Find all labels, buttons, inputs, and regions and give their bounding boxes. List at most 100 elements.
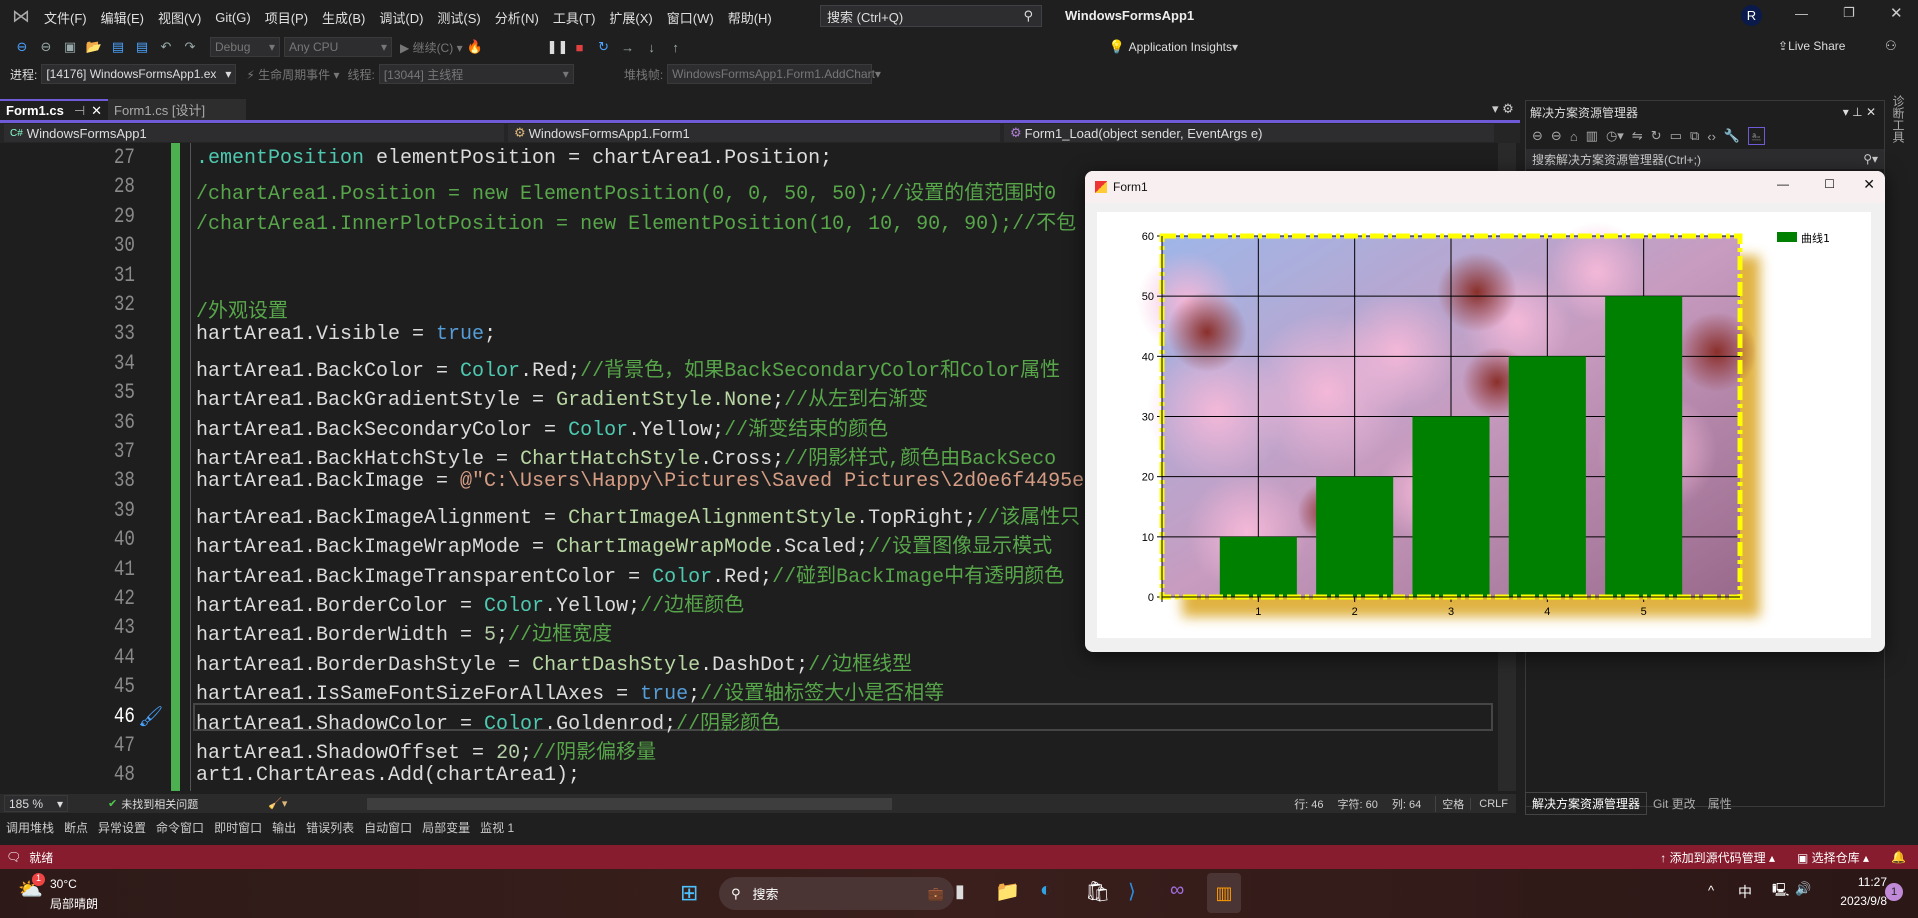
continue-button[interactable]: ▶ 继续(C) ▾	[400, 39, 463, 56]
form-maximize-button[interactable]: ☐	[1824, 177, 1835, 191]
home-icon[interactable]: ⌂	[1570, 129, 1578, 144]
restart-icon[interactable]: ↻	[595, 39, 613, 55]
thread-select[interactable]: [13044] 主线程 ▾	[378, 64, 574, 84]
save-icon[interactable]: ▤	[109, 39, 127, 55]
open-icon[interactable]: 📂	[85, 39, 103, 55]
code-line[interactable]: hartArea1.BackHatchStyle = ChartHatchSty…	[196, 441, 1056, 471]
menu-item[interactable]: 帮助(H)	[728, 8, 772, 27]
diagnostic-tools-tab[interactable]: 诊断工具	[1891, 95, 1907, 143]
tray-overflow-icon[interactable]: ^	[1708, 883, 1714, 898]
code-line[interactable]: hartArea1.BackImage = @"C:\Users\Happy\P…	[196, 470, 1084, 493]
back-icon[interactable]: ⊖	[13, 39, 31, 55]
tool-window-tab[interactable]: 命令窗口	[156, 819, 204, 836]
stop-icon[interactable]: ■	[571, 40, 589, 55]
pin-icon[interactable]: ⊣	[74, 103, 85, 119]
class-dropdown[interactable]: ⚙ WindowsFormsApp1.Form1	[508, 124, 1000, 142]
eol-indicator[interactable]: CRLF	[1470, 797, 1516, 810]
restore-button[interactable]: ❐	[1843, 5, 1855, 21]
config-select[interactable]: Debug ▾	[210, 37, 280, 57]
menu-item[interactable]: 测试(S)	[437, 8, 480, 27]
menu-item[interactable]: 扩展(X)	[609, 8, 652, 27]
code-line[interactable]: hartArea1.BorderDashStyle = ChartDashSty…	[196, 647, 912, 677]
close-button[interactable]: ✕	[1890, 4, 1903, 22]
tab-settings-icon[interactable]: ▾ ⚙	[1492, 101, 1514, 117]
sync-icon[interactable]: ⇋	[1632, 128, 1643, 144]
forward-icon[interactable]: ⊖	[37, 39, 55, 55]
step-into-icon[interactable]: ↓	[643, 40, 661, 55]
ime-indicator[interactable]: 中	[1738, 882, 1752, 902]
code-line[interactable]: .ementPosition elementPosition = chartAr…	[196, 147, 832, 170]
code-line[interactable]: hartArea1.BorderColor = Color.Yellow;//边…	[196, 588, 744, 618]
code-line[interactable]: hartArea1.ShadowOffset = 20;//阴影偏移量	[196, 735, 656, 765]
notification-badge[interactable]: 1	[1885, 883, 1903, 901]
properties-icon[interactable]: 🔧	[1724, 128, 1740, 144]
search-box[interactable]: 搜索 (Ctrl+Q) ⚲	[820, 5, 1042, 27]
whitespace-indicator[interactable]: 空格	[1435, 795, 1470, 812]
start-icon[interactable]: ⊞	[680, 880, 698, 906]
refresh-icon[interactable]: ↻	[1651, 128, 1662, 144]
step-over-icon[interactable]: →	[619, 40, 637, 55]
undo-icon[interactable]: ↶	[157, 39, 175, 55]
code-line[interactable]: hartArea1.BackColor = Color.Red;//背景色，如果…	[196, 353, 1060, 383]
solution-search[interactable]: 搜索解决方案资源管理器(Ctrl+;) ⚲▾	[1526, 149, 1884, 169]
tool-window-tab[interactable]: 局部变量	[422, 819, 470, 836]
code-line[interactable]: hartArea1.BackImageTransparentColor = Co…	[196, 559, 1064, 589]
file-explorer-icon[interactable]: 📁	[995, 879, 1020, 904]
code-line[interactable]: hartArea1.BackGradientStyle = GradientSt…	[196, 382, 928, 412]
clock-time[interactable]: 11:27	[1835, 875, 1887, 889]
notifications-icon[interactable]: 🔔	[1891, 850, 1906, 864]
tab-solution-explorer[interactable]: 解决方案资源管理器	[1525, 792, 1648, 815]
pending-changes-icon[interactable]: ◷▾	[1606, 128, 1624, 144]
code-line[interactable]: hartArea1.BackImageAlignment = ChartImag…	[196, 500, 1080, 530]
tab-form1-designer[interactable]: Form1.cs [设计]	[108, 99, 247, 120]
close-tab-icon[interactable]: ✕	[91, 103, 102, 119]
task-view-icon[interactable]: ▮	[955, 881, 965, 902]
cleanup-icon[interactable]: 🧹▾	[268, 797, 287, 810]
select-repo-button[interactable]: ▣ 选择仓库 ▴	[1797, 849, 1869, 866]
code-line[interactable]: hartArea1.BorderWidth = 5;//边框宽度	[196, 617, 612, 647]
step-out-icon[interactable]: ↑	[667, 40, 685, 55]
menu-item[interactable]: Git(G)	[215, 10, 250, 25]
tool-window-tab[interactable]: 自动窗口	[364, 819, 412, 836]
tool-window-tab[interactable]: 监视 1	[480, 819, 514, 836]
edge-icon[interactable]: ◐	[1040, 879, 1052, 902]
hot-reload-icon[interactable]: 🔥	[466, 39, 484, 55]
tool-window-tab[interactable]: 调用堆栈	[6, 819, 54, 836]
clock-date[interactable]: 2023/9/8	[1825, 894, 1887, 908]
menu-item[interactable]: 分析(N)	[495, 8, 539, 27]
forward-icon[interactable]: ⊖	[1551, 128, 1562, 144]
app-insights-button[interactable]: Application Insights	[1129, 40, 1232, 54]
menu-item[interactable]: 生成(B)	[322, 8, 365, 27]
stack-frame-select[interactable]: WindowsFormsApp1.Form1.AddChart ▾	[667, 64, 881, 84]
code-line[interactable]: /外观设置	[196, 294, 288, 324]
tab-form1-cs[interactable]: Form1.cs ⊣ ✕	[0, 99, 109, 120]
code-line[interactable]: /chartArea1.Position = new ElementPositi…	[196, 176, 1056, 206]
form1-app-icon[interactable]: ▥	[1207, 873, 1241, 913]
menu-item[interactable]: 工具(T)	[553, 8, 596, 27]
platform-select[interactable]: Any CPU ▾	[284, 37, 392, 57]
store-icon[interactable]: 🛍	[1085, 879, 1110, 904]
tool-window-tab[interactable]: 异常设置	[98, 819, 146, 836]
menu-item[interactable]: 编辑(E)	[101, 8, 144, 27]
pause-icon[interactable]: ❚❚	[547, 39, 569, 55]
menu-item[interactable]: 窗口(W)	[667, 8, 714, 27]
quick-action-icon[interactable]: 🖌	[138, 704, 163, 729]
visual-studio-icon[interactable]: ∞	[1170, 879, 1184, 902]
switch-view-icon[interactable]: ▥	[1586, 128, 1598, 144]
panel-controls[interactable]: ▾ ⊥ ✕	[1843, 105, 1876, 119]
issues-status[interactable]: 未找到相关问题	[121, 796, 198, 812]
network-icon[interactable]: 🖳	[1772, 881, 1789, 903]
zoom-select[interactable]: 185 % ▾	[4, 795, 68, 812]
horizontal-scrollbar[interactable]	[367, 797, 893, 810]
project-dropdown[interactable]: C# WindowsFormsApp1	[4, 124, 504, 142]
code-line[interactable]: hartArea1.ShadowColor = Color.Goldenrod;…	[196, 706, 780, 736]
feedback-icon[interactable]: ⚇	[1885, 38, 1897, 54]
live-share-button[interactable]: ⇪ Live Share	[1778, 39, 1845, 53]
code-line[interactable]: hartArea1.Visible = true;	[196, 323, 496, 346]
volume-icon[interactable]: 🔊	[1795, 881, 1811, 897]
code-line[interactable]: hartArea1.BackSecondaryColor = Color.Yel…	[196, 412, 888, 442]
tab-properties[interactable]: 属性	[1702, 793, 1738, 814]
add-source-control-button[interactable]: ↑ 添加到源代码管理 ▴	[1660, 849, 1775, 866]
form-minimize-button[interactable]: —	[1777, 177, 1789, 191]
account-avatar[interactable]: R	[1741, 5, 1762, 26]
